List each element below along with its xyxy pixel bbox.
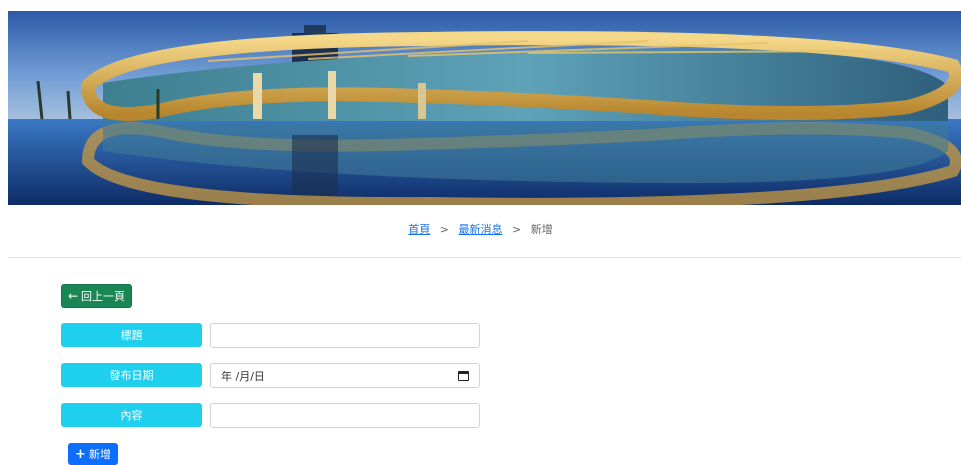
breadcrumb-separator: >: [439, 223, 449, 236]
title-input[interactable]: [210, 323, 480, 348]
breadcrumb: 首頁 > 最新消息 > 新增: [0, 221, 961, 237]
date-label: 發布日期: [61, 363, 202, 387]
arrow-left-icon: ←: [67, 289, 79, 303]
add-button-label: 新增: [88, 448, 111, 461]
date-placeholder: 年 /月/日: [221, 369, 265, 383]
back-button[interactable]: ← 回上一頁: [61, 284, 132, 308]
calendar-icon[interactable]: [458, 370, 469, 381]
back-button-label: 回上一頁: [81, 290, 126, 303]
divider: [8, 257, 961, 258]
breadcrumb-separator: >: [512, 223, 522, 236]
breadcrumb-home-link[interactable]: 首頁: [408, 223, 430, 236]
content-input[interactable]: [210, 403, 480, 428]
title-label: 標題: [61, 323, 202, 347]
content-label: 內容: [61, 403, 202, 427]
breadcrumb-current: 新增: [530, 223, 553, 236]
add-button[interactable]: + 新增: [68, 443, 118, 465]
plus-icon: +: [75, 446, 86, 462]
breadcrumb-news-link[interactable]: 最新消息: [459, 223, 503, 236]
date-input[interactable]: 年 /月/日: [210, 363, 480, 388]
banner-image: [8, 11, 961, 205]
